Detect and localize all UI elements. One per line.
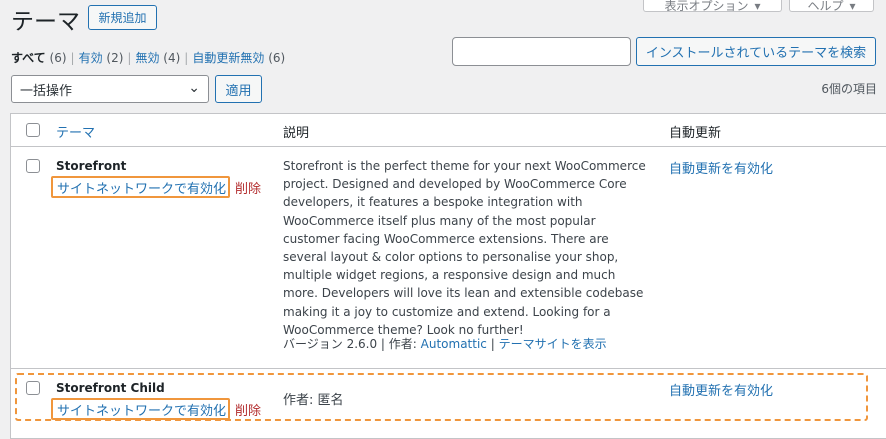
help-label: ヘルプ: [807, 0, 844, 12]
table-row: Storefront サイトネットワークで有効化 削除 Storefront i…: [11, 147, 886, 368]
search-themes-button[interactable]: インストールされているテーマを検索: [636, 37, 876, 66]
author-label: 作者:: [388, 337, 417, 351]
network-enable-link[interactable]: サイトネットワークで有効化: [57, 400, 226, 419]
theme-description: Storefront is the perfect theme for your…: [283, 159, 646, 337]
select-all-checkbox[interactable]: [26, 123, 40, 137]
theme-name: Storefront Child: [56, 381, 165, 395]
visit-theme-site-link[interactable]: テーマサイトを表示: [499, 337, 607, 351]
screen-options-label: 表示オプション: [664, 0, 749, 12]
theme-version: バージョン 2.6.0: [283, 337, 378, 351]
bulk-action-select[interactable]: 一括操作 ⌄: [11, 75, 209, 103]
theme-author-info: 作者: 匿名: [283, 393, 344, 408]
page-title: テーマ: [11, 9, 80, 35]
screen-options-tab[interactable]: 表示オプション ▾: [643, 0, 782, 12]
view-inactive[interactable]: 無効 (4): [135, 51, 180, 65]
row-checkbox[interactable]: [26, 159, 40, 173]
chevron-down-icon: ▾: [849, 0, 856, 12]
delete-link[interactable]: 削除: [235, 178, 261, 197]
items-count: 6個の項目: [821, 82, 877, 96]
theme-meta: バージョン 2.6.0 | 作者: Automattic | テーマサイトを表示: [283, 337, 607, 351]
enable-auto-update-link[interactable]: 自動更新を有効化: [669, 380, 773, 399]
column-theme-header[interactable]: テーマ: [56, 122, 95, 141]
view-filters: すべて (6) | 有効 (2) | 無効 (4) | 自動更新無効 (6): [11, 51, 286, 65]
column-description-header: 説明: [283, 126, 310, 141]
theme-name: Storefront: [56, 159, 127, 173]
delete-link[interactable]: 削除: [235, 400, 261, 419]
themes-table: テーマ 説明 自動更新 Storefront サイトネットワークで有効化 削除 …: [10, 113, 886, 439]
add-new-theme-button[interactable]: 新規追加: [88, 5, 157, 30]
enable-auto-update-link[interactable]: 自動更新を有効化: [669, 158, 773, 177]
chevron-down-icon: ⌄: [188, 80, 200, 96]
theme-search-input[interactable]: [452, 37, 631, 66]
column-auto-update-header: 自動更新: [669, 126, 722, 141]
view-all[interactable]: すべて (6): [11, 51, 67, 65]
help-tab[interactable]: ヘルプ ▾: [789, 0, 874, 12]
table-row: Storefront Child サイトネットワークで有効化 削除 作者: 匿名…: [11, 369, 886, 429]
network-enable-link[interactable]: サイトネットワークで有効化: [57, 178, 226, 197]
author-link[interactable]: Automattic: [421, 337, 487, 351]
table-header: テーマ 説明 自動更新: [11, 114, 886, 147]
chevron-down-icon: ▾: [754, 0, 761, 12]
row-checkbox[interactable]: [26, 381, 40, 395]
view-auto-update-disabled[interactable]: 自動更新無効 (6): [192, 51, 285, 65]
bulk-action-selected: 一括操作: [20, 83, 73, 99]
apply-button[interactable]: 適用: [215, 75, 262, 103]
view-active[interactable]: 有効 (2): [79, 51, 124, 65]
